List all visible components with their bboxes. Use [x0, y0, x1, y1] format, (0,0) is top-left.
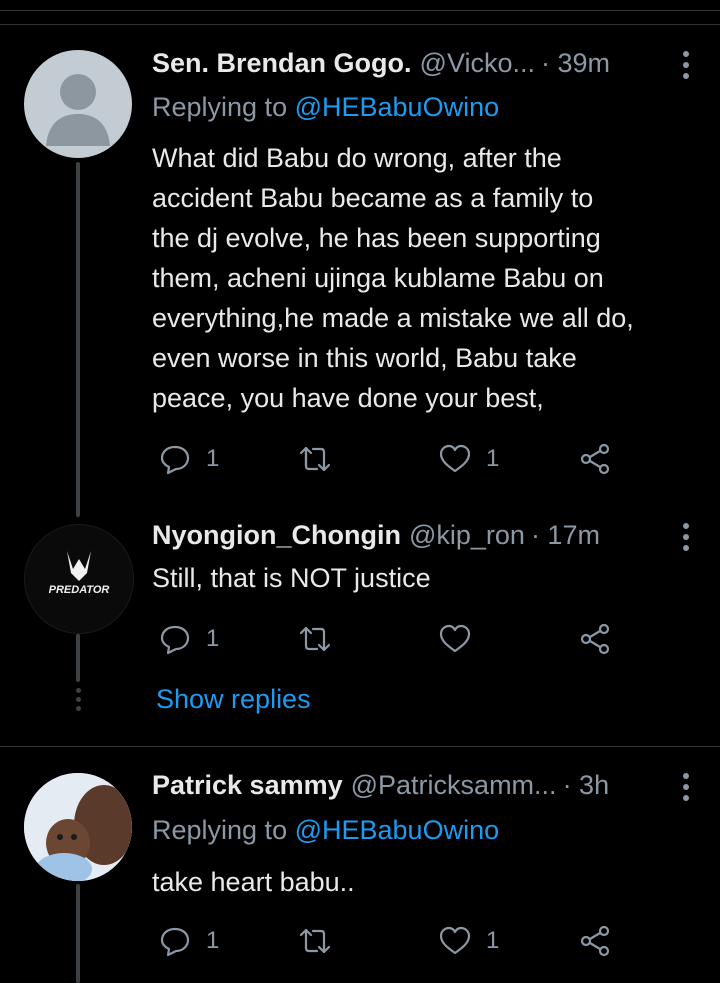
- thread-continuation-dots: [74, 688, 82, 711]
- retweet-icon: [299, 928, 331, 954]
- tweet-actions: 1 1: [152, 921, 622, 961]
- tweet-header: Nyongion_Chongin @kip_ron · 17m: [152, 515, 600, 555]
- replying-to: Replying to @HEBabuOwino: [152, 92, 499, 123]
- heart-icon: [439, 926, 471, 955]
- tweet-text: What did Babu do wrong, after the accide…: [152, 143, 634, 413]
- tweet-actions: 1: [152, 619, 622, 659]
- predator-logo-icon: PREDATOR: [49, 551, 110, 596]
- replying-to-link[interactable]: @HEBabuOwino: [295, 815, 500, 845]
- user-handle[interactable]: @kip_ron: [409, 520, 525, 551]
- reply-button[interactable]: 1: [158, 619, 219, 659]
- reply-button[interactable]: 1: [158, 921, 219, 961]
- share-button[interactable]: [578, 619, 612, 659]
- default-user-icon: [46, 74, 110, 146]
- tweet-text: take heart babu..: [152, 867, 355, 897]
- like-count: 1: [486, 445, 500, 472]
- reply-button[interactable]: 1: [158, 439, 219, 479]
- top-divider: [0, 10, 720, 11]
- replying-to-label: Replying to: [152, 815, 295, 845]
- reply-icon: [160, 625, 190, 655]
- user-handle[interactable]: @Patricksamm...: [351, 770, 557, 801]
- more-options-icon[interactable]: [682, 773, 690, 801]
- tweet-actions: 1 1: [152, 439, 622, 479]
- retweet-button[interactable]: [298, 439, 346, 479]
- reply-count: 1: [206, 927, 220, 954]
- avatar[interactable]: [24, 773, 132, 881]
- like-count: 1: [486, 927, 500, 954]
- share-icon: [580, 443, 610, 475]
- display-name[interactable]: Patrick sammy: [152, 770, 343, 801]
- show-replies-link[interactable]: Show replies: [156, 684, 311, 715]
- retweet-icon: [299, 446, 331, 472]
- reply-count: 1: [206, 625, 220, 652]
- predator-logo-text: PREDATOR: [49, 584, 110, 596]
- thread-line: [76, 162, 80, 517]
- replying-to-label: Replying to: [152, 92, 295, 122]
- more-options-icon[interactable]: [682, 523, 690, 551]
- replying-to: Replying to @HEBabuOwino: [152, 815, 499, 846]
- tweet-header: Sen. Brendan Gogo. @Vicko... · 39m: [152, 43, 610, 83]
- like-button[interactable]: [438, 619, 486, 659]
- heart-icon: [439, 624, 471, 653]
- reply-icon: [160, 445, 190, 475]
- avatar[interactable]: [24, 50, 132, 158]
- retweet-button[interactable]: [298, 921, 346, 961]
- thread-line: [76, 884, 80, 983]
- display-name[interactable]: Sen. Brendan Gogo.: [152, 48, 412, 79]
- timestamp[interactable]: · 17m: [531, 520, 600, 551]
- timestamp[interactable]: · 39m: [541, 48, 610, 79]
- share-button[interactable]: [578, 921, 612, 961]
- tweet-header: Patrick sammy @Patricksamm... · 3h: [152, 765, 609, 805]
- retweet-button[interactable]: [298, 619, 346, 659]
- like-button[interactable]: 1: [438, 439, 499, 479]
- user-handle[interactable]: @Vicko...: [420, 48, 535, 79]
- more-options-icon[interactable]: [682, 51, 690, 79]
- user-photo: [24, 773, 132, 881]
- section-divider: [0, 746, 720, 747]
- timestamp[interactable]: · 3h: [563, 770, 610, 801]
- share-icon: [580, 925, 610, 957]
- thread-line: [76, 634, 80, 682]
- replying-to-link[interactable]: @HEBabuOwino: [295, 92, 500, 122]
- tweet-text: Still, that is NOT justice: [152, 563, 431, 593]
- top-divider-2: [0, 24, 720, 25]
- retweet-icon: [299, 626, 331, 652]
- reply-count: 1: [206, 445, 220, 472]
- like-button[interactable]: 1: [438, 921, 499, 961]
- reply-icon: [160, 927, 190, 957]
- share-icon: [580, 623, 610, 655]
- avatar[interactable]: PREDATOR: [24, 524, 134, 634]
- share-button[interactable]: [578, 439, 612, 479]
- display-name[interactable]: Nyongion_Chongin: [152, 520, 401, 551]
- heart-icon: [439, 444, 471, 473]
